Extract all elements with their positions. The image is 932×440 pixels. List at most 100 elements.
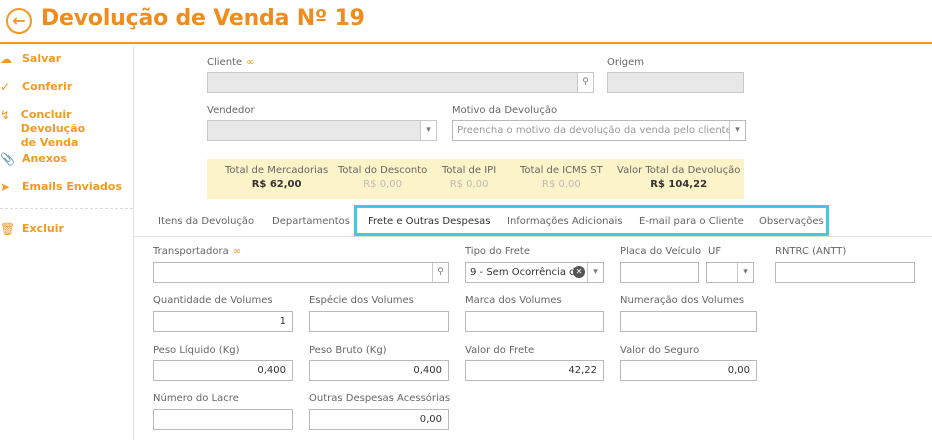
valor-frete-label: Valor do Frete [465,345,535,356]
conclude-return-button[interactable]: ↯ Concluir Devolução de Venda [0,108,133,150]
total-icms: Total de ICMS ST R$ 0,00 [520,165,603,190]
valor-seguro-label: Valor do Seguro [620,345,700,356]
total-desconto-value: R$ 0,00 [363,179,402,190]
clear-icon[interactable]: ✕ [573,266,585,278]
total-mercadorias-label: Total de Mercadorias [225,165,329,176]
chevron-down-icon[interactable]: ▾ [729,121,745,140]
uf-select[interactable]: ▾ [706,262,754,283]
page-title: Devolução de Venda Nº 19 [41,6,365,31]
vendedor-select[interactable]: ▾ [207,120,437,141]
action-sidebar: ☁ Salvar ✓ Conferir ↯ Concluir Devolução… [0,46,134,440]
trash-icon: 🗑 [0,222,16,236]
back-arrow-icon[interactable]: ← [6,8,32,34]
total-ipi-label: Total de IPI [442,165,497,176]
tipo-frete-label: Tipo do Frete [465,246,531,257]
numeracao-field[interactable] [620,311,757,332]
total-mercadorias: Total de Mercadorias R$ 62,00 [225,165,328,190]
total-ipi-value: R$ 0,00 [449,179,489,190]
tipo-frete-select[interactable]: 9 - Sem Ocorrência de T ✕ ▾ [465,262,604,283]
origem-label: Origem [607,57,645,68]
total-icms-label: Total de ICMS ST [520,165,603,176]
especie-label: Espécie dos Volumes [309,295,414,306]
valor-seguro-field[interactable]: 0,00 [620,360,757,381]
total-devolucao-value: R$ 104,22 [650,179,708,190]
peso-liquido-label: Peso Líquido (Kg) [153,345,240,356]
outras-despesas-label: Outras Despesas Acessórias [309,393,451,404]
rntrc-field[interactable] [775,262,915,283]
conclude-label-line2: de Venda [20,136,79,149]
placa-field[interactable] [620,262,699,283]
total-ipi: Total de IPI R$ 0,00 [442,165,496,190]
total-devolucao-label: Valor Total da Devolução [617,165,741,176]
numeracao-label: Numeração dos Volumes [620,295,745,306]
motivo-select[interactable]: Preencha o motivo da devolução da venda … [452,120,746,141]
total-desconto-label: Total do Desconto [338,165,428,176]
check-label: Conferir [22,80,73,93]
valor-seguro-value: 0,00 [727,365,750,376]
qtd-volumes-value: 1 [279,316,286,327]
outras-despesas-field[interactable]: 0,00 [309,409,449,430]
cliente-label: Cliente ∞ [207,57,254,68]
total-icms-value: R$ 0,00 [542,179,581,190]
peso-bruto-label: Peso Bruto (Kg) [309,345,387,356]
placa-label: Placa do Veículo [620,246,702,257]
peso-liquido-field[interactable]: 0,400 [153,360,293,381]
cloud-icon: ☁ [0,52,12,66]
tabs-highlight-box [354,205,829,236]
sidebar-divider [0,208,133,209]
lacre-field[interactable] [153,409,293,430]
tabs-divider [134,236,932,237]
send-icon: ➤ [0,180,11,194]
peso-liquido-value: 0,400 [257,365,286,376]
save-label: Salvar [22,52,62,65]
search-icon[interactable]: ⚲ [432,263,448,282]
chevron-down-icon[interactable]: ▾ [420,121,436,140]
rntrc-label: RNTRC (ANTT) [775,246,847,257]
attachments-label: Anexos [22,152,68,165]
qtd-volumes-field[interactable]: 1 [153,311,293,332]
sent-emails-button[interactable]: ➤ Emails Enviados [0,180,122,194]
tab-departamentos[interactable]: Departamentos [272,216,350,227]
total-devolucao: Valor Total da Devolução R$ 104,22 [617,165,740,190]
paperclip-icon: 📎 [0,152,15,166]
marca-field[interactable] [465,311,604,332]
attachments-button[interactable]: 📎 Anexos [0,152,67,166]
totals-band: Total de Mercadorias R$ 62,00 Total do D… [207,159,744,199]
chevron-down-icon[interactable]: ▾ [737,263,753,282]
tipo-frete-value: 9 - Sem Ocorrência de T [470,267,580,278]
peso-bruto-value: 0,400 [413,365,442,376]
especie-field[interactable] [309,311,449,332]
motivo-label: Motivo da Devolução [452,105,558,116]
tab-itens-devolucao[interactable]: Itens da Devolução [158,216,254,227]
vendedor-label: Vendedor [207,105,255,116]
marca-label: Marca dos Volumes [465,295,562,306]
delete-label: Excluir [22,222,64,235]
total-mercadorias-value: R$ 62,00 [251,179,302,190]
link-icon[interactable]: ∞ [233,246,241,257]
transportadora-label-text: Transportadora [153,246,229,257]
motivo-placeholder: Preencha o motivo da devolução da venda … [457,125,732,136]
valor-frete-field[interactable]: 42,22 [465,360,604,381]
check-icon: ✓ [0,80,11,94]
peso-bruto-field[interactable]: 0,400 [309,360,449,381]
bolt-icon: ↯ [0,108,11,122]
outras-despesas-value: 0,00 [419,414,442,425]
total-desconto: Total do Desconto R$ 0,00 [338,165,427,190]
check-button[interactable]: ✓ Conferir [0,80,72,94]
delete-button[interactable]: 🗑 Excluir [0,222,64,236]
cliente-field[interactable]: ⚲ [207,72,594,93]
transportadora-field[interactable]: ⚲ [153,262,449,283]
lacre-label: Número do Lacre [153,393,239,404]
save-button[interactable]: ☁ Salvar [0,52,61,66]
chevron-down-icon[interactable]: ▾ [587,263,603,282]
valor-frete-value: 42,22 [568,365,597,376]
conclude-label-line1: Concluir Devolução [20,108,86,135]
cliente-label-text: Cliente [207,57,243,68]
search-icon[interactable]: ⚲ [577,73,593,92]
origem-field [607,72,744,93]
page-header: ← Devolução de Venda Nº 19 [0,0,932,44]
transportadora-label: Transportadora ∞ [153,246,241,257]
uf-label: UF [708,246,722,257]
link-icon[interactable]: ∞ [246,57,254,68]
sent-emails-label: Emails Enviados [22,180,123,193]
